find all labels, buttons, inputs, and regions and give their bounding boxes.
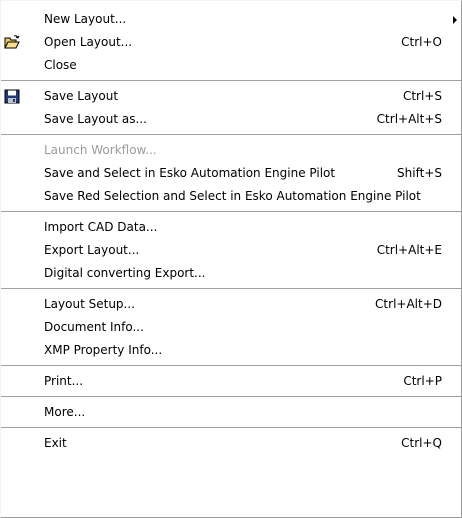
menu-item-shortcut: Ctrl+S xyxy=(402,89,442,103)
menu-item-shortcut: Ctrl+Alt+S xyxy=(376,112,442,126)
menu-item-label: Open Layout... xyxy=(44,35,133,49)
menu-item-label: Save and Select in Esko Automation Engin… xyxy=(44,166,336,180)
menu-item-label: Close xyxy=(44,58,77,72)
menu-item-open-layout[interactable]: Open Layout... Ctrl+O xyxy=(1,31,461,54)
menu-item-label: Document Info... xyxy=(44,320,144,334)
menu-item-label: Save Red Selection and Select in Esko Au… xyxy=(44,189,421,203)
submenu-arrow-icon xyxy=(453,16,457,24)
menu-item-label: New Layout... xyxy=(44,12,127,26)
menu-item-import-cad-data[interactable]: Import CAD Data... xyxy=(1,216,461,239)
menu-separator xyxy=(1,288,461,290)
menu-item-label: Exit xyxy=(44,436,67,450)
menu-item-label: XMP Property Info... xyxy=(44,343,163,357)
menu-item-close[interactable]: Close xyxy=(1,54,461,77)
menu-item-shortcut: Ctrl+Alt+D xyxy=(375,297,442,311)
menu-separator xyxy=(1,396,461,398)
menu-item-more[interactable]: More... xyxy=(1,401,461,424)
menu-item-label: More... xyxy=(44,405,86,419)
menu-item-shortcut: Ctrl+Alt+E xyxy=(376,243,442,257)
menu-item-label: Layout Setup... xyxy=(44,297,135,311)
menu-item-label: Save Layout as... xyxy=(44,112,147,126)
menu-item-shortcut: Ctrl+O xyxy=(401,35,442,49)
menu-separator xyxy=(1,134,461,136)
menu-item-launch-workflow: Launch Workflow... xyxy=(1,139,461,162)
menu-item-label: Save Layout xyxy=(44,89,119,103)
menu-item-new-layout[interactable]: New Layout... xyxy=(1,8,461,31)
menu-item-print[interactable]: Print... Ctrl+P xyxy=(1,370,461,393)
menu-item-shortcut: Shift+S xyxy=(397,166,442,180)
menu-separator xyxy=(1,211,461,213)
menu-separator xyxy=(1,365,461,367)
menu-separator xyxy=(1,427,461,429)
menu-item-save-layout[interactable]: Save Layout Ctrl+S xyxy=(1,85,461,108)
file-menu: New Layout... Open Layout... Ctrl+O Close Sa… xyxy=(0,0,462,518)
menu-item-label: Digital converting Export... xyxy=(44,266,206,280)
menu-separator xyxy=(1,80,461,82)
menu-item-export-layout[interactable]: Export Layout... Ctrl+Alt+E xyxy=(1,239,461,262)
menu-item-save-layout-as[interactable]: Save Layout as... Ctrl+Alt+S xyxy=(1,108,461,131)
menu-item-label: Print... xyxy=(44,374,84,388)
menu-item-exit[interactable]: Exit Ctrl+Q xyxy=(1,432,461,455)
menu-item-xmp-property-info[interactable]: XMP Property Info... xyxy=(1,339,461,362)
menu-item-label: Launch Workflow... xyxy=(44,143,157,157)
menu-item-label: Import CAD Data... xyxy=(44,220,158,234)
menu-item-shortcut: Ctrl+Q xyxy=(401,436,442,450)
menu-item-label: Export Layout... xyxy=(44,243,140,257)
menu-item-save-and-select-in-esko-automation-engine-pilot[interactable]: Save and Select in Esko Automation Engin… xyxy=(1,162,461,185)
folder-open-icon xyxy=(4,35,20,50)
menu-item-shortcut: Ctrl+P xyxy=(403,374,442,388)
menu-item-document-info[interactable]: Document Info... xyxy=(1,316,461,339)
floppy-disk-icon xyxy=(4,89,20,104)
menu-item-save-red-selection-and-select-in-esko-automation-engine-pilot[interactable]: Save Red Selection and Select in Esko Au… xyxy=(1,185,461,208)
menu-item-layout-setup[interactable]: Layout Setup... Ctrl+Alt+D xyxy=(1,293,461,316)
menu-item-digital-converting-export[interactable]: Digital converting Export... xyxy=(1,262,461,285)
